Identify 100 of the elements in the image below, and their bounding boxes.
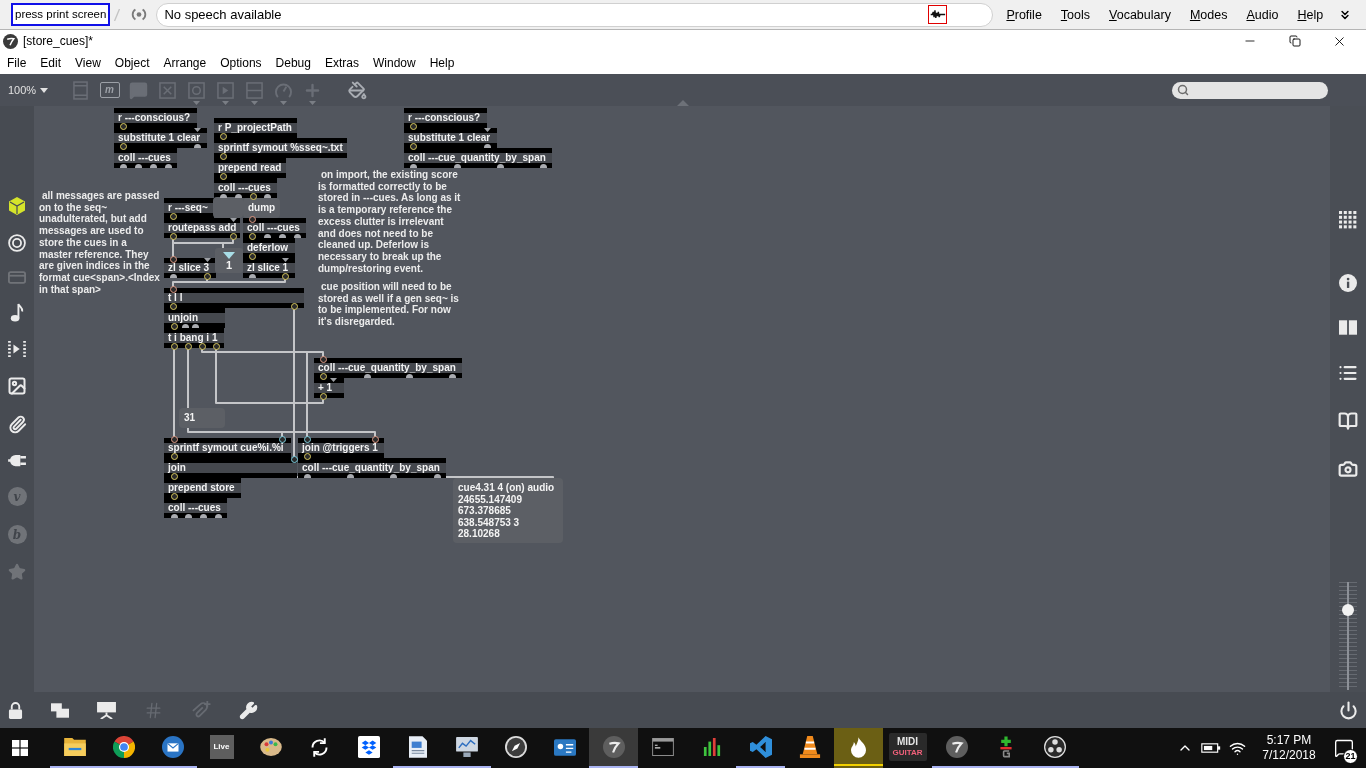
clock-time[interactable]: 5:17 PM [1266, 733, 1312, 748]
status-label: press print screen [11, 3, 111, 26]
ribbon-icon [749, 736, 772, 758]
menu-item[interactable]: Object [107, 55, 157, 71]
plug-icon[interactable] [7, 453, 27, 468]
outlet-icon [405, 374, 413, 378]
cube-icon[interactable] [9, 197, 25, 215]
waveform-icon [928, 5, 948, 24]
outlet-icon [496, 164, 504, 168]
image-icon[interactable] [7, 376, 27, 396]
slider-thumb[interactable] [1342, 604, 1354, 617]
comment-text: all messages are passed on to the seq~ unadulterated, but add messages are used to store the cues in a master reference. They are given indices in the format cue<span>.<Index in that span> [39, 190, 161, 296]
menu-item[interactable]: Audio [1246, 6, 1279, 23]
app-logo-tile: MIDI GUITAR [888, 733, 927, 761]
menu-item[interactable]: Modes [1189, 6, 1228, 23]
search-field[interactable] [1172, 81, 1328, 99]
patcher-canvas[interactable] [34, 106, 1330, 692]
message-box[interactable]: cue4.31 4 (on) audio 24655.147409 673.378685 638.548753 3 28.10268 [453, 478, 563, 543]
menu-item[interactable]: Help [422, 55, 462, 71]
flame-icon [851, 736, 866, 758]
logo-icon [3, 33, 18, 49]
zoom-dropdown[interactable]: 100% [8, 82, 66, 98]
outlet-icon [363, 374, 371, 378]
menu-item[interactable]: Arrange [156, 55, 214, 71]
number-box[interactable]: 1 [215, 248, 243, 273]
folder-icon [63, 738, 86, 756]
comment-text: cue position will need to be stored as well if a gen seq~ is to be implemented. For now it's disregarded. [318, 281, 460, 328]
wrench-icon[interactable] [239, 700, 258, 720]
notification-icon[interactable] [1334, 738, 1354, 758]
menu-item[interactable]: Profile [1006, 6, 1042, 23]
battery-icon[interactable] [1201, 742, 1221, 754]
broadcast-icon [130, 7, 149, 22]
menu-item[interactable]: Edit [33, 55, 69, 71]
info-icon[interactable] [1339, 274, 1357, 292]
outlet-icon [453, 164, 461, 168]
bar-chart-icon [702, 738, 721, 756]
menu-item[interactable]: Tools [1060, 6, 1091, 23]
traffic-cone-icon [798, 736, 821, 758]
taskbar-button[interactable]: MIDI GUITAR [883, 728, 932, 768]
menu-item[interactable]: Options [213, 55, 269, 71]
compass-icon [504, 736, 527, 758]
outlet-icon [409, 164, 417, 168]
outlet-icon [433, 474, 441, 478]
notification-count: 21 [1343, 749, 1358, 764]
outlet-icon [193, 144, 201, 148]
document-icon [408, 736, 427, 758]
outlet-icon [346, 474, 354, 478]
paperclip-icon[interactable] [7, 415, 27, 434]
menu-item[interactable]: Window [365, 55, 423, 71]
power-icon[interactable] [1339, 700, 1358, 720]
outlet-icon [203, 273, 211, 280]
comment-text: on import, the existing score is formatted correctly to be stored in ---cues. As long as it is a temporary reference the excess clutter is irrelevant and does not need to be cleaned up. Deferlow is necessary to break up the dump/restoring event. [318, 169, 461, 275]
play-frames-icon[interactable] [8, 341, 26, 357]
taskbar-button[interactable] [834, 728, 883, 768]
palette-icon [259, 738, 282, 756]
segmented-circle-icon [112, 736, 135, 758]
id-card-icon [553, 738, 576, 756]
menu-item[interactable]: Debug [268, 55, 318, 71]
list-icon[interactable] [1338, 363, 1358, 383]
logo-icon [602, 736, 625, 758]
search-icon [1177, 84, 1189, 96]
menu-item[interactable]: Help [1297, 6, 1324, 23]
camera-icon[interactable] [1338, 459, 1358, 479]
menu-item[interactable]: File [0, 55, 34, 71]
outlet-icon [229, 233, 237, 240]
clock-date[interactable]: 7/12/2018 [1262, 748, 1316, 763]
triangle-icon [223, 252, 235, 259]
four-panes-icon [12, 740, 28, 756]
message-box[interactable] [213, 197, 243, 218]
taskbar-button[interactable]: Live [197, 728, 246, 768]
message-box[interactable]: dump [243, 198, 280, 218]
logo-icon [945, 736, 968, 758]
menu-item[interactable]: Extras [317, 55, 366, 71]
diamond-tile-icon [357, 736, 380, 758]
plus-icon [997, 736, 1014, 758]
presentation-screen-icon[interactable] [97, 701, 116, 719]
overlapping-windows-icon[interactable] [51, 702, 69, 718]
outlet-icon [389, 474, 397, 478]
outlet-icon [319, 393, 327, 400]
speech-field[interactable]: No speech available [156, 2, 994, 27]
caret-icon [40, 87, 49, 93]
menu-item[interactable]: View [68, 55, 108, 71]
lock-icon[interactable] [8, 701, 23, 719]
dot-grid-icon[interactable] [1339, 211, 1357, 229]
monitor-icon [455, 737, 478, 757]
target-icon[interactable] [8, 234, 26, 252]
music-note-icon[interactable] [10, 303, 24, 322]
app-logo-tile: Live [209, 735, 234, 759]
two-panes-icon[interactable] [1339, 320, 1357, 335]
outlet-icon [281, 273, 289, 280]
menu-item[interactable]: Vocabulary [1109, 6, 1171, 23]
outlet-icon [539, 164, 547, 168]
paint-bucket-icon[interactable] [348, 80, 367, 100]
outlet-icon [169, 274, 177, 278]
open-book-icon[interactable] [1338, 411, 1358, 431]
slash-icon [114, 8, 121, 21]
message-box[interactable]: 31 [179, 408, 225, 428]
outlet-icon [303, 474, 311, 478]
taskbar-button[interactable] [589, 728, 638, 768]
mail-icon [161, 736, 184, 758]
